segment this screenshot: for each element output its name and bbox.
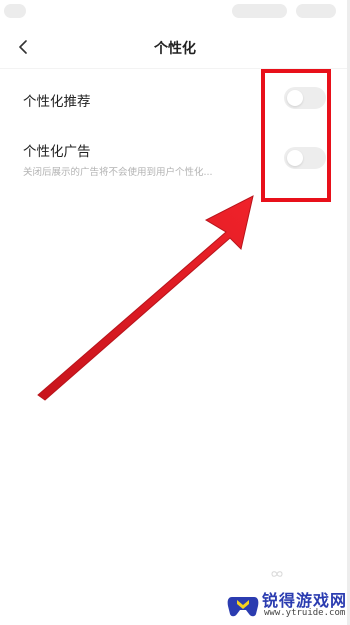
arrow-shape bbox=[37, 195, 254, 401]
watermark: 锐得游戏网 www.ytruide.com bbox=[226, 585, 346, 623]
annotation-arrow bbox=[37, 195, 254, 401]
infinity-icon bbox=[271, 571, 283, 577]
watermark-url: www.ytruide.com bbox=[264, 608, 346, 618]
gamepad-logo-icon bbox=[227, 597, 259, 617]
